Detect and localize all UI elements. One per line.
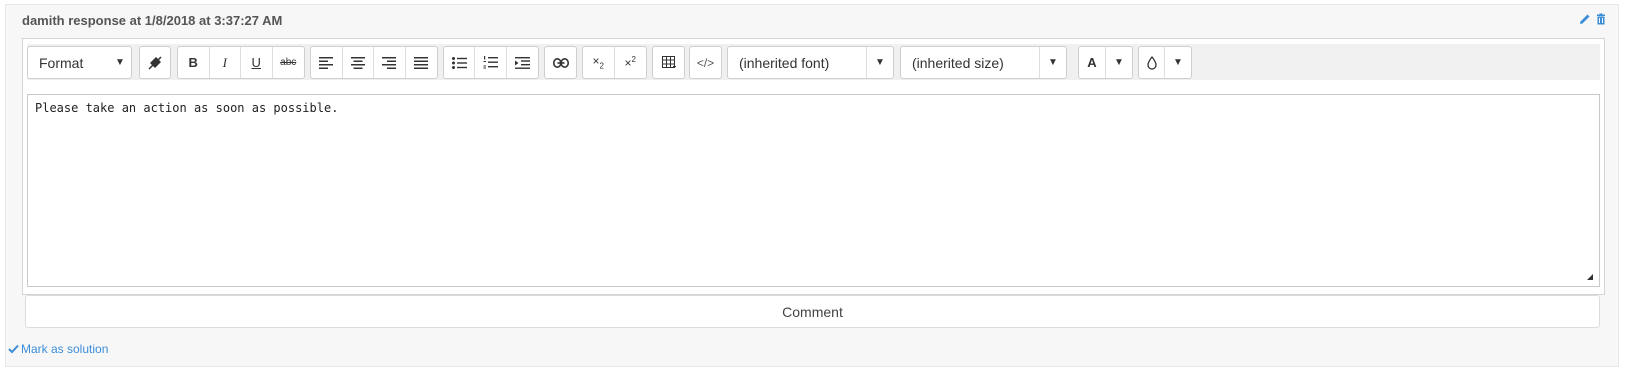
- link-icon: [552, 57, 569, 68]
- code-icon: </>: [696, 55, 715, 70]
- comment-button[interactable]: Comment: [25, 295, 1600, 328]
- align-right-icon: [382, 56, 397, 69]
- clear-format-button[interactable]: [140, 47, 170, 78]
- background-color-dropdown[interactable]: ▼: [1165, 47, 1191, 78]
- format-select[interactable]: Format ▼: [27, 46, 132, 79]
- align-center-button[interactable]: [343, 47, 374, 78]
- insert-link-button[interactable]: [545, 47, 576, 78]
- align-left-button[interactable]: [311, 47, 343, 78]
- numbered-list-button[interactable]: [475, 47, 507, 78]
- subscript-button[interactable]: ×2: [583, 47, 615, 78]
- checkmark-icon: [8, 344, 19, 354]
- strikethrough-button[interactable]: abc: [273, 47, 304, 78]
- chevron-down-icon: ▼: [115, 57, 125, 68]
- chevron-down-icon: ▼: [1039, 47, 1066, 78]
- resize-handle-icon[interactable]: [1587, 274, 1593, 280]
- code-view-button[interactable]: </>: [690, 47, 721, 78]
- code-group: </>: [689, 46, 722, 79]
- indent-button[interactable]: [507, 47, 538, 78]
- header-actions: [1579, 13, 1607, 25]
- bullet-list-button[interactable]: [444, 47, 476, 78]
- size-select[interactable]: (inherited size) ▼: [900, 46, 1067, 79]
- superscript-button[interactable]: ×2: [615, 47, 646, 78]
- bold-button[interactable]: B: [178, 47, 210, 78]
- mark-as-solution-label: Mark as solution: [21, 342, 109, 356]
- superscript-icon: ×2: [624, 55, 636, 70]
- background-color-button[interactable]: [1139, 47, 1165, 78]
- editor-content-area[interactable]: Please take an action as soon as possibl…: [27, 94, 1600, 287]
- font-select[interactable]: (inherited font) ▼: [727, 46, 894, 79]
- numbered-list-icon: [483, 56, 499, 69]
- subscript-icon: ×2: [592, 54, 604, 71]
- mark-as-solution-link[interactable]: Mark as solution: [8, 342, 108, 356]
- editor-text: Please take an action as soon as possibl…: [35, 101, 339, 115]
- background-color-group: ▼: [1138, 46, 1192, 79]
- chevron-down-icon: ▼: [866, 47, 893, 78]
- delete-trash-icon[interactable]: [1595, 13, 1607, 25]
- font-select-label: (inherited font): [739, 54, 830, 71]
- table-icon: [661, 55, 676, 68]
- script-group: ×2 ×2: [582, 46, 647, 79]
- link-group: [544, 46, 577, 79]
- font-color-group: A ▼: [1078, 46, 1133, 79]
- text-style-group: B I U abc: [177, 46, 305, 79]
- eraser-icon: [148, 55, 162, 70]
- rich-text-editor: Format ▼ B I U abc ×2 ×2 </> (inherited …: [22, 38, 1605, 295]
- chevron-down-icon: ▼: [1173, 57, 1183, 68]
- clear-format-group: [139, 46, 171, 79]
- list-group: [443, 46, 539, 79]
- align-right-button[interactable]: [374, 47, 406, 78]
- chevron-down-icon: ▼: [1114, 57, 1124, 68]
- font-color-dropdown[interactable]: ▼: [1106, 47, 1132, 78]
- justify-button[interactable]: [406, 47, 437, 78]
- indent-icon: [514, 56, 530, 69]
- alignment-group: [310, 46, 438, 79]
- italic-button[interactable]: I: [210, 47, 241, 78]
- insert-table-button[interactable]: [653, 47, 684, 78]
- droplet-icon: [1146, 55, 1157, 70]
- table-group: [652, 46, 685, 79]
- align-justify-icon: [414, 56, 429, 69]
- bullet-list-icon: [451, 56, 467, 69]
- response-title: damith response at 1/8/2018 at 3:37:27 A…: [22, 13, 283, 28]
- font-color-button[interactable]: A: [1079, 47, 1106, 78]
- align-center-icon: [350, 56, 365, 69]
- edit-pencil-icon[interactable]: [1579, 13, 1591, 25]
- underline-button[interactable]: U: [241, 47, 273, 78]
- format-label: Format: [39, 54, 84, 71]
- align-left-icon: [319, 56, 334, 69]
- size-select-label: (inherited size): [912, 54, 1004, 71]
